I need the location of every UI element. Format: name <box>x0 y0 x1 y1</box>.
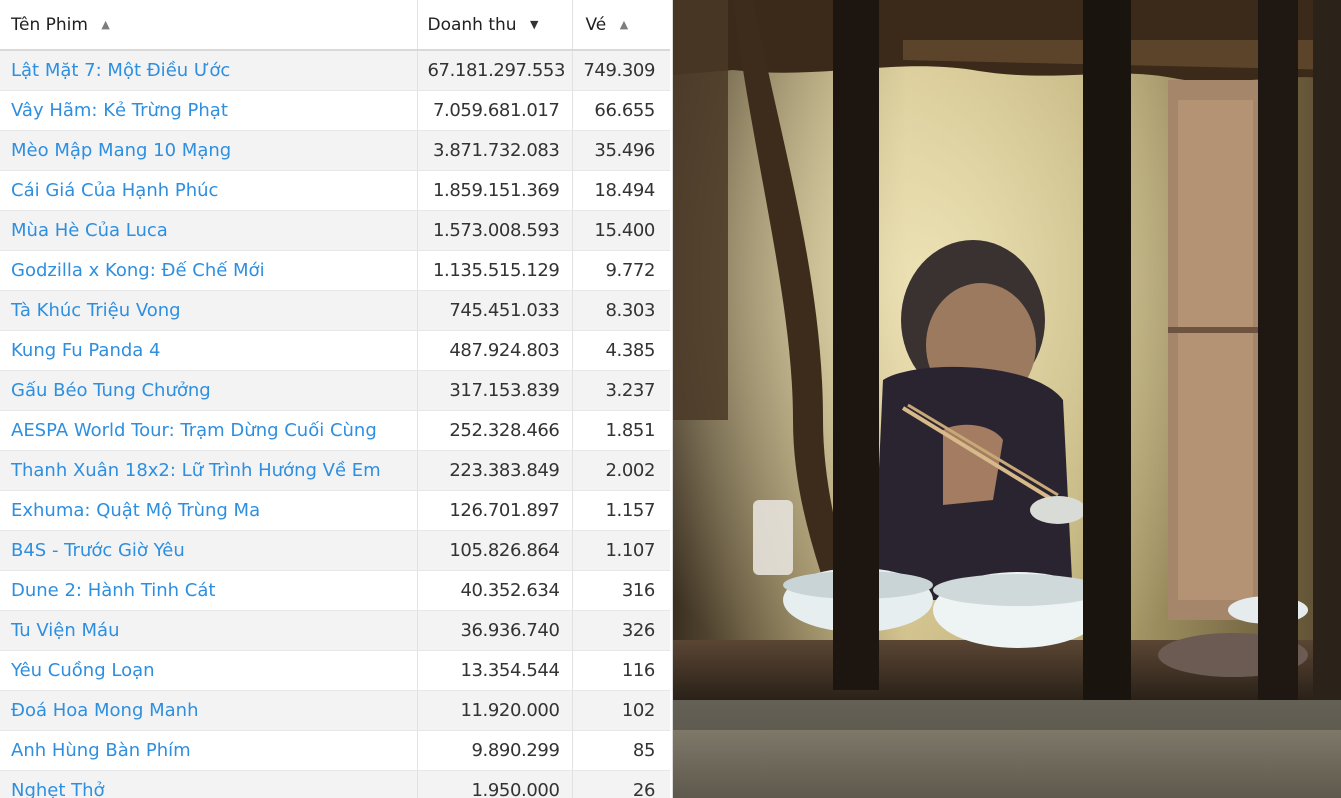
movie-title-link[interactable]: Exhuma: Quật Mộ Trùng Ma <box>0 490 417 531</box>
movie-title-link[interactable]: Cái Giá Của Hạnh Phúc <box>0 170 417 211</box>
table-row: Lật Mặt 7: Một Điều Ước 67.181.297.553 749… <box>0 50 670 91</box>
sort-descending-icon[interactable]: ▼ <box>530 18 538 31</box>
table-row: Vây Hãm: Kẻ Trừng Phạt 7.059.681.017 66.65… <box>0 90 670 131</box>
tickets-cell: 749.309 <box>571 50 670 91</box>
revenue-cell: 252.328.466 <box>416 410 572 451</box>
table-row: Yêu Cuồng Loạn 13.354.544 116 <box>0 650 670 691</box>
tickets-cell: 116 <box>571 650 670 691</box>
box-office-table-panel: Tên Phim ▲ Doanh thu ▼ Vé ▲ Lật Mặt 7: M… <box>0 0 673 798</box>
table-row: Anh Hùng Bàn Phím 9.890.299 85 <box>0 730 670 771</box>
column-header-revenue[interactable]: Doanh thu ▼ <box>416 0 572 51</box>
tickets-cell: 102 <box>571 690 670 731</box>
movie-title-link[interactable]: Godzilla x Kong: Đế Chế Mới <box>0 250 417 291</box>
revenue-cell: 36.936.740 <box>416 610 572 651</box>
tickets-cell: 316 <box>571 570 670 611</box>
revenue-cell: 487.924.803 <box>416 330 572 371</box>
movie-title-link[interactable]: AESPA World Tour: Trạm Dừng Cuối Cùng <box>0 410 417 451</box>
table-row: Mùa Hè Của Luca 1.573.008.593 15.400 <box>0 210 670 251</box>
revenue-cell: 7.059.681.017 <box>416 90 572 131</box>
sort-ascending-icon[interactable]: ▲ <box>620 18 628 31</box>
revenue-cell: 3.871.732.083 <box>416 130 572 171</box>
movie-title-link[interactable]: Dune 2: Hành Tinh Cát <box>0 570 417 611</box>
tickets-cell: 9.772 <box>571 250 670 291</box>
revenue-cell: 1.950.000 <box>416 770 572 798</box>
movie-title-link[interactable]: Gấu Béo Tung Chưởng <box>0 370 417 411</box>
tickets-cell: 66.655 <box>571 90 670 131</box>
table-row: Exhuma: Quật Mộ Trùng Ma 126.701.897 1.157 <box>0 490 670 531</box>
revenue-cell: 40.352.634 <box>416 570 572 611</box>
revenue-cell: 126.701.897 <box>416 490 572 531</box>
tickets-cell: 15.400 <box>571 210 670 251</box>
movie-title-link[interactable]: Đoá Hoa Mong Manh <box>0 690 417 731</box>
revenue-cell: 13.354.544 <box>416 650 572 691</box>
revenue-cell: 1.573.008.593 <box>416 210 572 251</box>
table-row: Godzilla x Kong: Đế Chế Mới 1.135.515.129… <box>0 250 670 291</box>
tickets-cell: 35.496 <box>571 130 670 171</box>
table-row: Nghẹt Thở 1.950.000 26 <box>0 770 670 798</box>
table-row: B4S - Trước Giờ Yêu 105.826.864 1.107 <box>0 530 670 571</box>
tickets-cell: 8.303 <box>571 290 670 331</box>
sort-ascending-icon[interactable]: ▲ <box>101 18 109 31</box>
movie-title-link[interactable]: Kung Fu Panda 4 <box>0 330 417 371</box>
movie-title-link[interactable]: Lật Mặt 7: Một Điều Ước <box>0 50 417 91</box>
column-header-tickets[interactable]: Vé ▲ <box>571 0 670 51</box>
table-row: Đoá Hoa Mong Manh 11.920.000 102 <box>0 690 670 731</box>
movie-title-link[interactable]: Mùa Hè Của Luca <box>0 210 417 251</box>
tickets-cell: 4.385 <box>571 330 670 371</box>
movie-title-link[interactable]: Tu Viện Máu <box>0 610 417 651</box>
tickets-cell: 1.157 <box>571 490 670 531</box>
table-row: AESPA World Tour: Trạm Dừng Cuối Cùng 252… <box>0 410 670 451</box>
revenue-cell: 317.153.839 <box>416 370 572 411</box>
tickets-cell: 18.494 <box>571 170 670 211</box>
movie-title-link[interactable]: Yêu Cuồng Loạn <box>0 650 417 691</box>
tickets-cell: 26 <box>571 770 670 798</box>
movie-title-link[interactable]: Nghẹt Thở <box>0 770 417 798</box>
tickets-cell: 3.237 <box>571 370 670 411</box>
table-row: Tu Viện Máu 36.936.740 326 <box>0 610 670 651</box>
revenue-cell: 11.920.000 <box>416 690 572 731</box>
revenue-cell: 105.826.864 <box>416 530 572 571</box>
column-header-name[interactable]: Tên Phim ▲ <box>0 0 417 51</box>
tickets-cell: 2.002 <box>571 450 670 491</box>
revenue-cell: 67.181.297.553 <box>416 50 572 91</box>
tickets-cell: 1.107 <box>571 530 670 571</box>
table-row: Thanh Xuân 18x2: Lữ Trình Hướng Về Em 223… <box>0 450 670 491</box>
table-row: Dune 2: Hành Tinh Cát 40.352.634 316 <box>0 570 670 611</box>
revenue-cell: 223.383.849 <box>416 450 572 491</box>
revenue-cell: 745.451.033 <box>416 290 572 331</box>
movie-title-link[interactable]: Anh Hùng Bàn Phím <box>0 730 417 771</box>
box-office-table: Tên Phim ▲ Doanh thu ▼ Vé ▲ Lật Mặt 7: M… <box>0 0 670 798</box>
table-row: Kung Fu Panda 4 487.924.803 4.385 <box>0 330 670 371</box>
movie-title-link[interactable]: Tà Khúc Triệu Vong <box>0 290 417 331</box>
movie-still-image <box>673 0 1341 798</box>
revenue-cell: 9.890.299 <box>416 730 572 771</box>
table-row: Tà Khúc Triệu Vong 745.451.033 8.303 <box>0 290 670 331</box>
table-header-row: Tên Phim ▲ Doanh thu ▼ Vé ▲ <box>0 0 670 51</box>
movie-title-link[interactable]: Thanh Xuân 18x2: Lữ Trình Hướng Về Em <box>0 450 417 491</box>
column-header-name-label: Tên Phim <box>11 14 88 35</box>
table-row: Gấu Béo Tung Chưởng 317.153.839 3.237 <box>0 370 670 411</box>
tickets-cell: 85 <box>571 730 670 771</box>
movie-title-link[interactable]: Mèo Mập Mang 10 Mạng <box>0 130 417 171</box>
revenue-cell: 1.135.515.129 <box>416 250 572 291</box>
movie-title-link[interactable]: B4S - Trước Giờ Yêu <box>0 530 417 571</box>
movie-title-link[interactable]: Vây Hãm: Kẻ Trừng Phạt <box>0 90 417 131</box>
table-row: Mèo Mập Mang 10 Mạng 3.871.732.083 35.496 <box>0 130 670 171</box>
column-header-revenue-label: Doanh thu <box>427 14 517 35</box>
table-row: Cái Giá Của Hạnh Phúc 1.859.151.369 18.494 <box>0 170 670 211</box>
tickets-cell: 326 <box>571 610 670 651</box>
column-header-tickets-label: Vé <box>585 14 607 35</box>
tickets-cell: 1.851 <box>571 410 670 451</box>
revenue-cell: 1.859.151.369 <box>416 170 572 211</box>
